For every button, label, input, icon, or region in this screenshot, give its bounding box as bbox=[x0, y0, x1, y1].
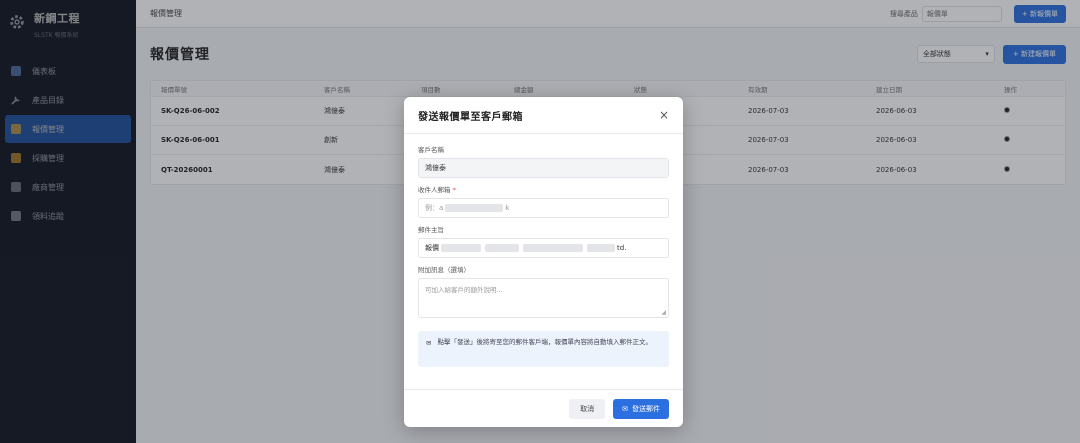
email-suffix: k bbox=[505, 204, 510, 212]
info-text: 點擊「發送」後將寄至您的郵件客戶端，報價單內容將自動填入郵件正文。 bbox=[437, 338, 652, 346]
dialog-footer: 取消 ✉ 發送郵件 bbox=[404, 389, 683, 427]
customer-field: 鴻億泰 bbox=[418, 158, 669, 178]
close-icon[interactable]: × bbox=[659, 108, 669, 122]
email-prefix: 例：a bbox=[425, 204, 444, 212]
redacted-text bbox=[485, 244, 519, 252]
dialog-title: 發送報價單至客戶郵箱 bbox=[418, 111, 523, 123]
redacted-text bbox=[441, 244, 481, 252]
dialog-body: 客戶名稱 鴻億泰 收件人郵箱 * 例：a k 郵件主旨 報價 td. 附加訊息（… bbox=[404, 134, 683, 367]
dialog-header: 發送報價單至客戶郵箱 × bbox=[404, 97, 683, 134]
message-placeholder: 可加入給客戶的額外說明... bbox=[425, 286, 503, 294]
email-label: 收件人郵箱 * bbox=[418, 186, 456, 194]
customer-label: 客戶名稱 bbox=[418, 146, 444, 154]
info-notice: ✉ 點擊「發送」後將寄至您的郵件客戶端，報價單內容將自動填入郵件正文。 bbox=[418, 331, 669, 367]
redacted-text bbox=[587, 244, 615, 252]
message-label: 附加訊息（選填） bbox=[418, 266, 470, 274]
resize-grip-icon[interactable]: ◢ bbox=[661, 309, 666, 316]
mail-icon: ✉ bbox=[426, 339, 432, 347]
send-quote-dialog: 發送報價單至客戶郵箱 × 客戶名稱 鴻億泰 收件人郵箱 * 例：a k 郵件主旨… bbox=[404, 97, 683, 427]
email-field[interactable]: 例：a k bbox=[418, 198, 669, 218]
send-label: 發送郵件 bbox=[632, 404, 660, 413]
required-marker: * bbox=[452, 186, 456, 194]
mail-icon: ✉ bbox=[622, 404, 628, 413]
cancel-button[interactable]: 取消 bbox=[569, 398, 606, 419]
subject-suffix: td. bbox=[617, 244, 627, 252]
subject-prefix: 報價 bbox=[425, 244, 439, 252]
sidebar-dim bbox=[0, 0, 136, 443]
subject-field[interactable]: 報價 td. bbox=[418, 238, 669, 258]
subject-label: 郵件主旨 bbox=[418, 226, 444, 234]
redacted-text bbox=[523, 244, 583, 252]
message-textarea[interactable]: 可加入給客戶的額外說明... ◢ bbox=[418, 278, 669, 318]
send-email-button[interactable]: ✉ 發送郵件 bbox=[613, 398, 669, 419]
redacted-text bbox=[445, 204, 504, 212]
